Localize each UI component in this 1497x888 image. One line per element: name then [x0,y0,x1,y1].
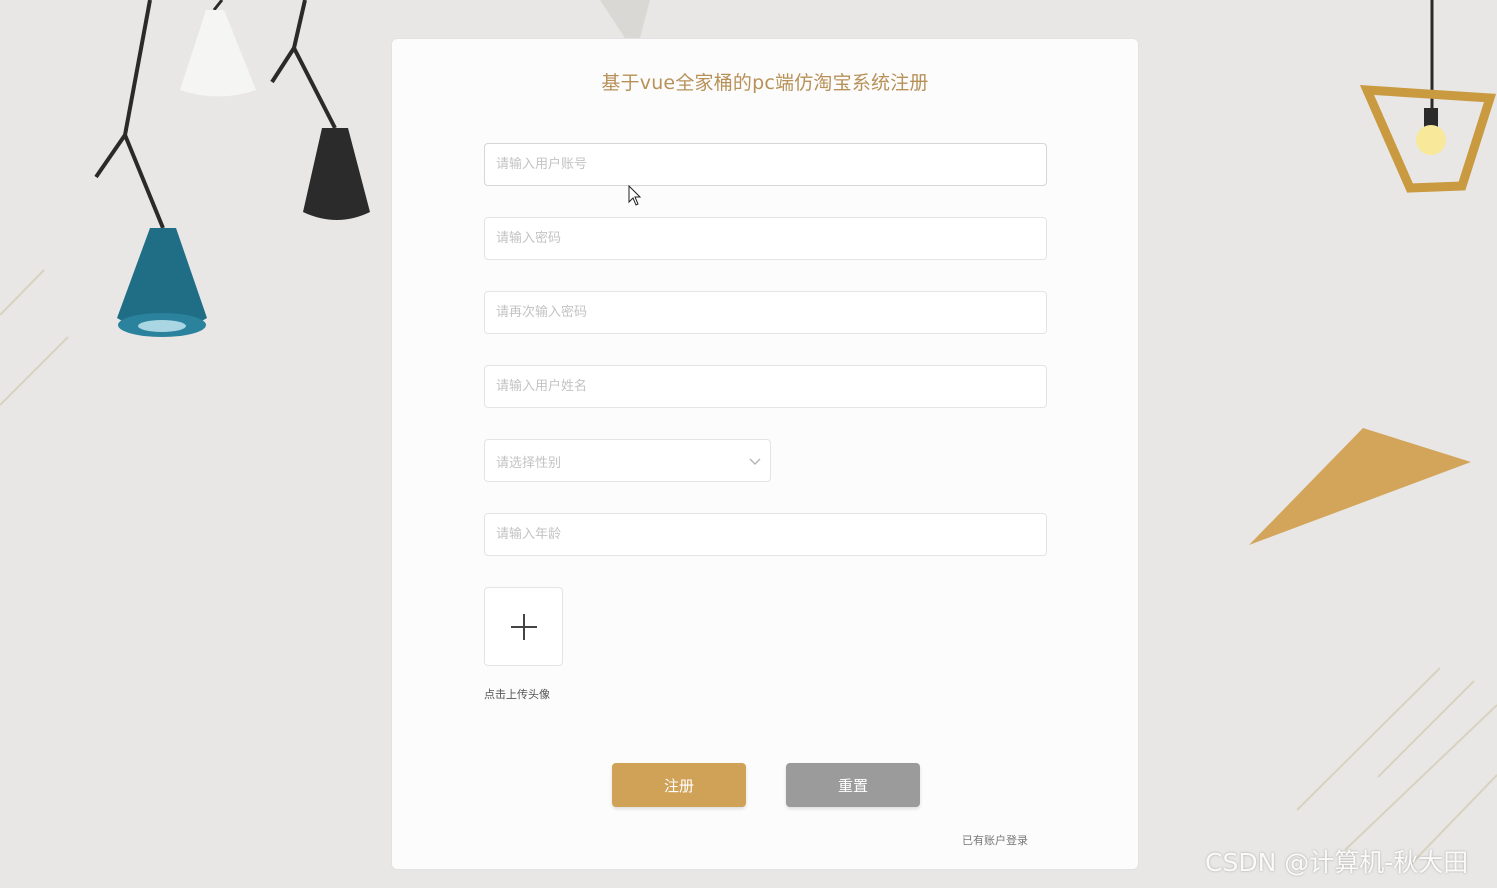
watermark: CSDN @计算机-秋大田 [1205,848,1469,877]
upload-avatar-label: 点击上传头像 [484,688,550,701]
plus-icon [511,614,537,640]
register-card: 基于vue全家桶的pc端仿淘宝系统注册 请选择性别 点击上传头像 注册 重置 已… [391,38,1139,870]
gender-select-placeholder: 请选择性别 [496,456,562,471]
age-input[interactable] [484,513,1047,556]
password-input[interactable] [484,217,1047,260]
reset-button[interactable]: 重置 [786,763,920,807]
login-link[interactable]: 已有账户登录 [962,832,1028,848]
register-button[interactable]: 注册 [612,763,746,807]
account-input[interactable] [484,143,1047,186]
avatar-uploader[interactable] [484,587,563,666]
name-input[interactable] [484,365,1047,408]
page-title: 基于vue全家桶的pc端仿淘宝系统注册 [601,72,929,94]
gender-select[interactable]: 请选择性别 [484,439,771,482]
chevron-down-icon [749,458,761,465]
confirm-password-input[interactable] [484,291,1047,334]
